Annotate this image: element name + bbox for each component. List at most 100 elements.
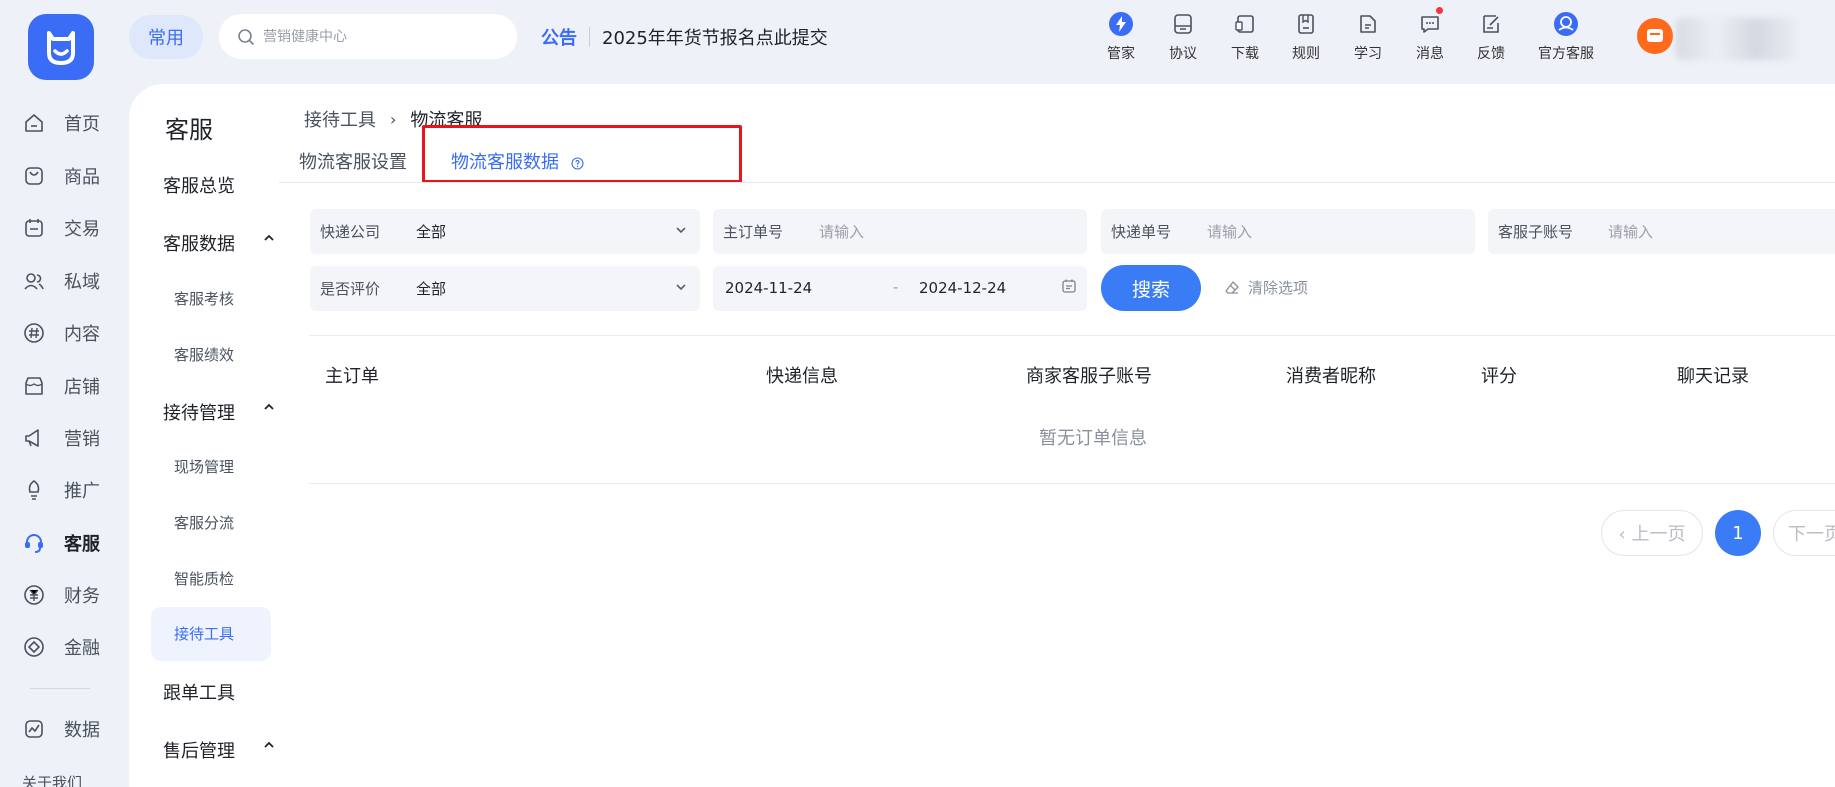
rail-item-finance[interactable]: 财务 [22, 582, 100, 608]
field-label: 快递公司 [320, 223, 381, 241]
announcement[interactable]: 公告 2025年年货节报名点此提交 [541, 24, 828, 50]
rail-item-goods[interactable]: 商品 [22, 163, 100, 189]
unread-badge [1436, 7, 1443, 14]
subaccount-input[interactable] [1608, 222, 1808, 241]
calendar-icon[interactable] [1061, 278, 1077, 294]
search-button[interactable]: 搜索 [1101, 265, 1201, 311]
rail-item-label: 客服 [64, 534, 100, 555]
favorites-chip[interactable]: 常用 [129, 15, 203, 59]
announcement-tag: 公告 [541, 28, 577, 49]
side-item-assessment[interactable]: 客服考核 [174, 288, 234, 309]
side-group-label: 接待管理 [163, 403, 235, 424]
column-header: 主订单 [325, 366, 379, 387]
subaccount-field[interactable]: 客服子账号 [1488, 209, 1835, 254]
topnav-label: 规则 [1292, 46, 1320, 62]
rail-item-label: 店铺 [64, 377, 100, 398]
column-header: 聊天记录 [1677, 366, 1749, 387]
select-value: 全部 [416, 280, 447, 298]
tracking-number-input[interactable] [1207, 222, 1407, 241]
side-item-reception-tools[interactable]: 接待工具 [151, 607, 271, 661]
topnav-protocol[interactable]: 协议 [1169, 10, 1197, 63]
date-range-picker[interactable]: 2024-11-24 - 2024-12-24 [713, 266, 1087, 311]
promotion-icon [22, 478, 46, 502]
rail-item-label: 关于我们 [22, 774, 83, 787]
topnav-label: 反馈 [1477, 46, 1505, 62]
rail-item-home[interactable]: 首页 [22, 110, 100, 136]
search-icon [237, 28, 255, 46]
prev-page-button[interactable]: ‹ 上一页 [1601, 510, 1703, 556]
rail-item-label: 金融 [64, 638, 100, 659]
rail-item-promotion[interactable]: 推广 [22, 477, 100, 503]
courier-select[interactable]: 快递公司 全部 [310, 209, 700, 254]
rail-item-marketing[interactable]: 营销 [22, 425, 100, 451]
tab-underline [279, 182, 1835, 183]
rail-item-store[interactable]: 店铺 [22, 373, 100, 399]
protocol-icon [1169, 10, 1197, 38]
topnav-label: 管家 [1107, 46, 1135, 62]
app-logo[interactable] [28, 14, 94, 80]
rail-item-trade[interactable]: 交易 [22, 215, 100, 241]
clear-filters-button[interactable]: 清除选项 [1224, 277, 1308, 298]
clear-filters-label: 清除选项 [1248, 279, 1309, 297]
page-1-button[interactable]: 1 [1715, 510, 1761, 556]
rated-select[interactable]: 是否评价 全部 [310, 266, 700, 311]
rail-item-banking[interactable]: 金融 [22, 634, 100, 660]
tab-logistics-settings[interactable]: 物流客服设置 [299, 148, 407, 174]
topnav-message[interactable]: 消息 [1416, 7, 1444, 63]
topnav-label: 消息 [1416, 46, 1444, 62]
rail-item-about[interactable]: 关于我们 [22, 772, 82, 787]
topnav-butler[interactable]: 管家 [1107, 10, 1135, 63]
main-card: 客服 客服总览 客服数据 客服考核 客服绩效 接待管理 现场管理 客服分流 智能… [129, 84, 1835, 787]
rail-item-label: 推广 [64, 481, 100, 502]
search-input[interactable] [263, 28, 503, 45]
topnav-rules[interactable]: 规则 [1292, 10, 1320, 63]
side-group-reception[interactable]: 接待管理 [163, 399, 274, 425]
side-group-service-data[interactable]: 客服数据 [163, 230, 274, 256]
rail-item-customer-service[interactable]: 客服 [22, 530, 100, 556]
banking-icon [22, 635, 46, 659]
private-domain-icon [22, 269, 46, 293]
date-start[interactable]: 2024-11-24 [725, 279, 812, 297]
date-separator: - [893, 278, 899, 296]
topnav-learn[interactable]: 学习 [1354, 10, 1382, 63]
rail-item-label: 营销 [64, 429, 100, 450]
tracking-number-field[interactable]: 快递单号 [1101, 209, 1475, 254]
side-item-overview[interactable]: 客服总览 [163, 172, 235, 198]
feedback-icon [1477, 10, 1505, 38]
rail-item-data[interactable]: 数据 [22, 716, 100, 742]
topnav-official-service[interactable]: 官方客服 [1538, 10, 1594, 63]
rail-item-private-domain[interactable]: 私域 [22, 268, 100, 294]
side-item-onsite[interactable]: 现场管理 [174, 456, 234, 477]
select-value: 全部 [416, 223, 447, 241]
chevron-up-icon [263, 401, 275, 413]
side-item-follow-tools[interactable]: 跟单工具 [163, 679, 235, 705]
next-page-button[interactable]: 下一页 [1773, 510, 1835, 556]
search-box[interactable] [219, 14, 517, 59]
date-end[interactable]: 2024-12-24 [919, 279, 1006, 297]
home-icon [22, 111, 46, 135]
avatar[interactable] [1637, 18, 1673, 54]
topnav-download[interactable]: 下载 [1231, 10, 1259, 63]
rail-item-content[interactable]: 内容 [22, 320, 100, 346]
order-number-input[interactable] [819, 222, 1019, 241]
side-group-label: 售后管理 [163, 741, 235, 762]
side-item-label: 接待工具 [174, 625, 235, 643]
table-bottom-border [309, 483, 1835, 484]
side-item-performance[interactable]: 客服绩效 [174, 344, 234, 365]
mascot-icon [47, 31, 75, 65]
rail-item-label: 内容 [64, 324, 100, 345]
side-item-routing[interactable]: 客服分流 [174, 512, 234, 533]
column-header: 消费者昵称 [1286, 366, 1376, 387]
rail-item-label: 财务 [64, 586, 100, 607]
chevron-right-icon: › [390, 109, 397, 129]
account-name-redacted[interactable] [1676, 18, 1796, 60]
topnav-feedback[interactable]: 反馈 [1477, 10, 1505, 63]
side-item-quality[interactable]: 智能质检 [174, 568, 234, 589]
announcement-text[interactable]: 2025年年货节报名点此提交 [602, 24, 828, 50]
side-group-after-sales[interactable]: 售后管理 [163, 737, 274, 763]
column-header: 商家客服子账号 [1026, 366, 1152, 387]
rail-item-label: 数据 [64, 720, 100, 741]
order-number-field[interactable]: 主订单号 [713, 209, 1087, 254]
breadcrumb-parent[interactable]: 接待工具 [304, 106, 376, 132]
chevron-up-icon [263, 232, 275, 244]
